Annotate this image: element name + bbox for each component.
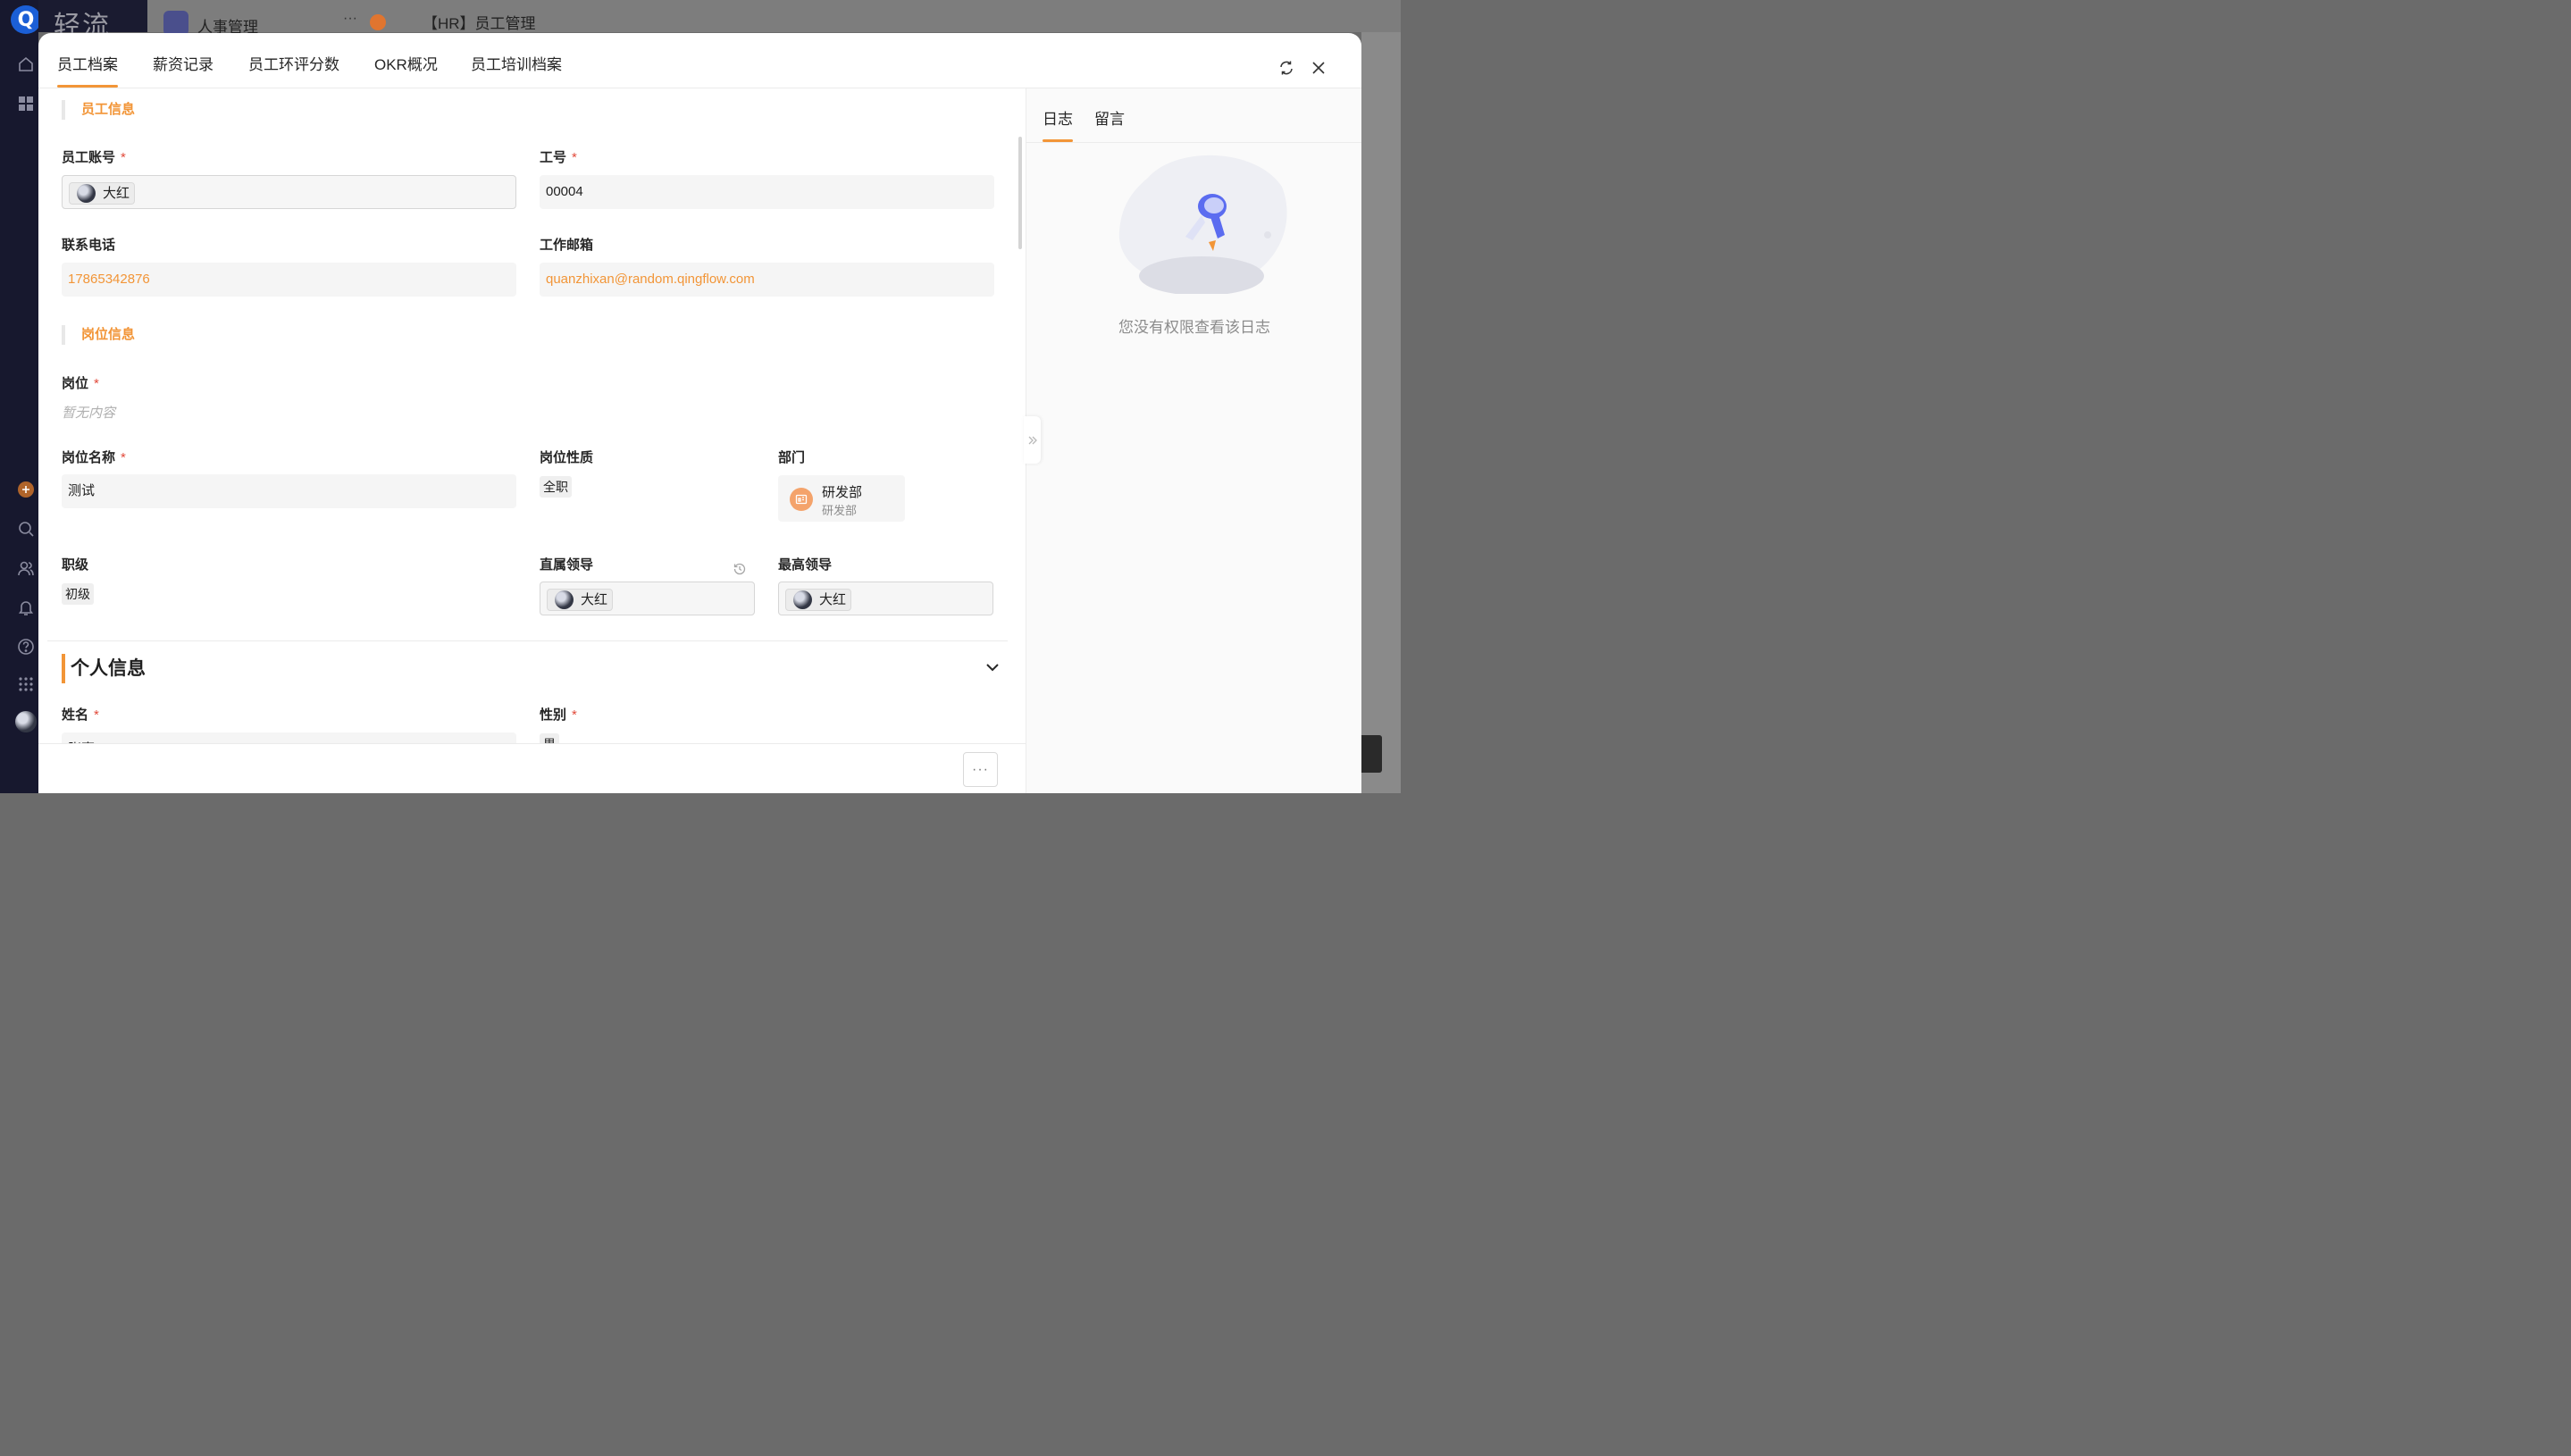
section-position-info: 岗位信息: [62, 325, 135, 345]
add-circle-icon[interactable]: [16, 480, 36, 499]
tab-training-records[interactable]: 员工培训档案: [471, 52, 562, 88]
dots-grid-icon[interactable]: [16, 674, 36, 694]
phone-field[interactable]: 17865342876: [62, 263, 516, 297]
user-avatar[interactable]: [15, 711, 37, 732]
phone-label: 联系电话: [62, 238, 116, 253]
tab-employee-profile[interactable]: 员工档案: [57, 52, 118, 88]
department-path: 研发部: [822, 504, 858, 517]
logo-icon: Q: [11, 5, 41, 34]
account-label: 员工账号 *: [62, 150, 126, 165]
astronaut-illustration: [1118, 155, 1287, 294]
top-leader-field[interactable]: 大红: [778, 582, 993, 615]
level-label: 职级: [62, 557, 89, 573]
record-modal: 员工档案 薪资记录 员工环评分数 OKR概况 员工培训档案 员工信息 员工账号 *…: [38, 33, 1361, 793]
chevron-down-icon[interactable]: [984, 658, 1001, 676]
employee-no-label: 工号 *: [540, 150, 577, 165]
app-group-icon: [163, 11, 188, 36]
tab-salary-records[interactable]: 薪资记录: [153, 52, 214, 88]
email-field[interactable]: quanzhixan@random.qingflow.com: [540, 263, 994, 297]
add-icon[interactable]: [370, 14, 386, 30]
position-name-label: 岗位名称 *: [62, 450, 126, 465]
gender-tag: 男: [540, 733, 559, 743]
department-card[interactable]: 研发部 研发部: [778, 475, 905, 522]
level-tag: 初级: [62, 583, 94, 605]
position-type-label: 岗位性质: [540, 450, 594, 465]
tab-comments[interactable]: 留言: [1094, 106, 1125, 142]
bell-icon[interactable]: [16, 598, 36, 617]
bottom-bar: ···: [38, 743, 1026, 793]
help-icon[interactable]: [16, 637, 36, 657]
avatar: [793, 590, 812, 609]
top-leader-label: 最高领导: [778, 557, 833, 573]
app-more-button[interactable]: ···: [343, 11, 357, 27]
scrollbar[interactable]: [1018, 137, 1022, 249]
apps-grid-icon[interactable]: [16, 94, 36, 113]
position-label: 岗位 *: [62, 376, 99, 391]
gender-label: 性别 *: [540, 707, 577, 723]
tab-okr-overview[interactable]: OKR概况: [374, 52, 438, 88]
avatar: [555, 590, 574, 609]
name-field[interactable]: 张嘉: [62, 732, 516, 743]
employee-no-field[interactable]: 00004: [540, 175, 994, 209]
expand-panel-handle[interactable]: [1024, 416, 1041, 464]
search-icon[interactable]: [16, 519, 36, 539]
section-personal-info: 个人信息: [62, 654, 146, 683]
user-chip[interactable]: 大红: [785, 589, 852, 611]
user-chip[interactable]: 大红: [69, 182, 136, 205]
contacts-icon[interactable]: [16, 558, 36, 578]
home-icon[interactable]: [16, 54, 36, 74]
account-field[interactable]: 大红: [62, 175, 516, 209]
page-title[interactable]: 【HR】员工管理: [423, 11, 536, 33]
more-button[interactable]: ···: [963, 752, 998, 787]
position-empty: 暂无内容: [62, 406, 116, 421]
app-sidebar: [0, 0, 38, 793]
avatar: [77, 184, 96, 203]
form-main: 员工信息 员工账号 * 大红 工号 * 00004 联系电话 17865342876…: [38, 88, 1026, 743]
position-name-field[interactable]: 测试: [62, 474, 516, 508]
divider: [47, 640, 1008, 641]
tab-review-scores[interactable]: 员工环评分数: [248, 52, 339, 88]
no-permission-message: 您没有权限查看该日志: [1118, 319, 1270, 336]
position-type-tag: 全职: [540, 476, 572, 498]
department-icon: [790, 488, 813, 511]
refresh-icon[interactable]: [1278, 60, 1294, 76]
section-employee-info: 员工信息: [62, 100, 135, 120]
close-icon[interactable]: [1311, 60, 1327, 76]
side-tab-divider: [1026, 142, 1361, 143]
user-chip[interactable]: 大红: [547, 589, 614, 611]
tab-bar: 员工档案 薪资记录 员工环评分数 OKR概况 员工培训档案: [38, 33, 1361, 88]
app-header: [147, 0, 1401, 32]
email-label: 工作邮箱: [540, 238, 594, 253]
department-name: 研发部: [822, 485, 863, 500]
background-button: [1358, 735, 1382, 773]
direct-leader-label: 直属领导: [540, 557, 594, 573]
background-content: [1361, 32, 1401, 793]
department-label: 部门: [778, 450, 806, 465]
history-icon[interactable]: [733, 562, 747, 576]
direct-leader-field[interactable]: 大红: [540, 582, 755, 615]
name-label: 姓名 *: [62, 707, 99, 723]
tab-log[interactable]: 日志: [1043, 106, 1073, 142]
side-panel: 日志 留言 您没有权限查看该日志: [1026, 88, 1361, 793]
